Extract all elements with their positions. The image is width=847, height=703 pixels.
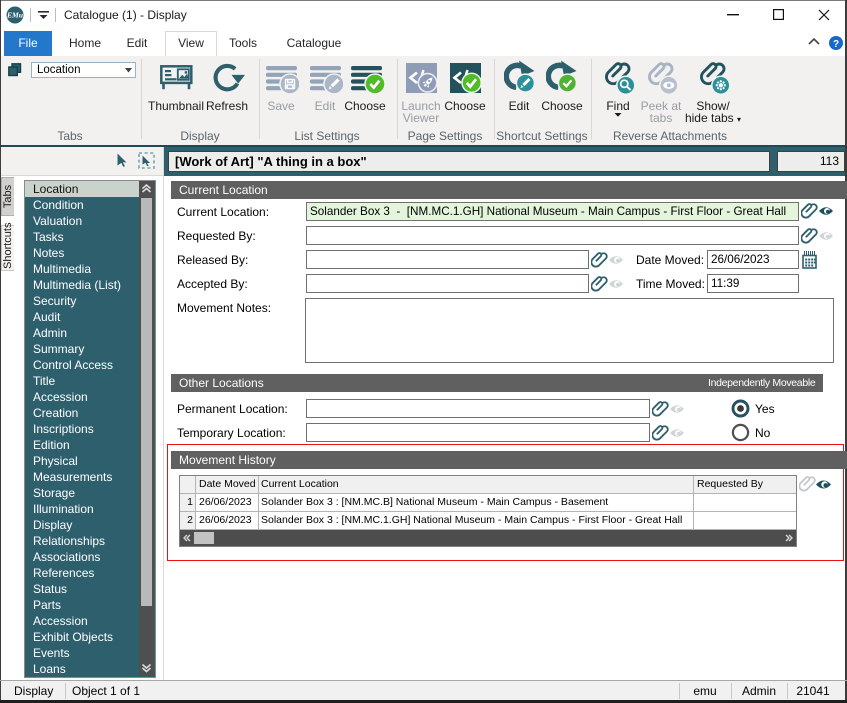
svg-text:EMu: EMu [6, 11, 23, 20]
svg-text:?: ? [833, 39, 839, 50]
